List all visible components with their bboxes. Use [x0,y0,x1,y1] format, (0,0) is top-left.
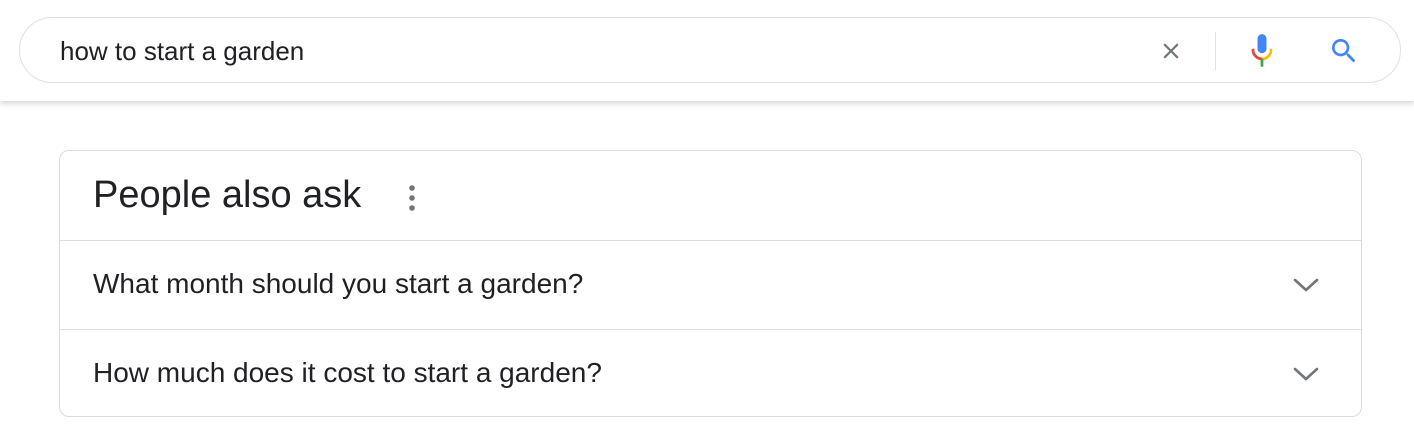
expand-button[interactable] [1291,362,1321,386]
search-header [0,0,1414,101]
question-row[interactable]: What month should you start a garden? [60,241,1361,329]
close-icon [1163,43,1179,59]
search-submit-button[interactable] [1322,29,1366,73]
expand-button[interactable] [1291,273,1321,297]
more-options-button[interactable] [400,181,424,215]
search-input[interactable] [60,34,1120,68]
question-text: What month should you start a garden? [93,268,584,299]
question-text: How much does it cost to start a garden? [93,357,602,388]
people-also-ask-panel: People also ask What month should you st… [59,150,1362,417]
microphone-icon [1251,34,1273,67]
search-divider [1215,32,1216,70]
people-also-ask-title: People also ask [93,174,362,216]
chevron-down-icon [1293,278,1319,292]
question-row[interactable]: How much does it cost to start a garden? [60,329,1361,417]
search-bar[interactable] [19,17,1401,83]
people-also-ask-header: People also ask [60,151,1361,241]
search-icon [1332,39,1356,63]
chevron-down-icon [1293,367,1319,381]
more-vert-icon [409,185,415,211]
clear-search-button[interactable] [1151,31,1191,71]
voice-search-button[interactable] [1242,29,1282,73]
